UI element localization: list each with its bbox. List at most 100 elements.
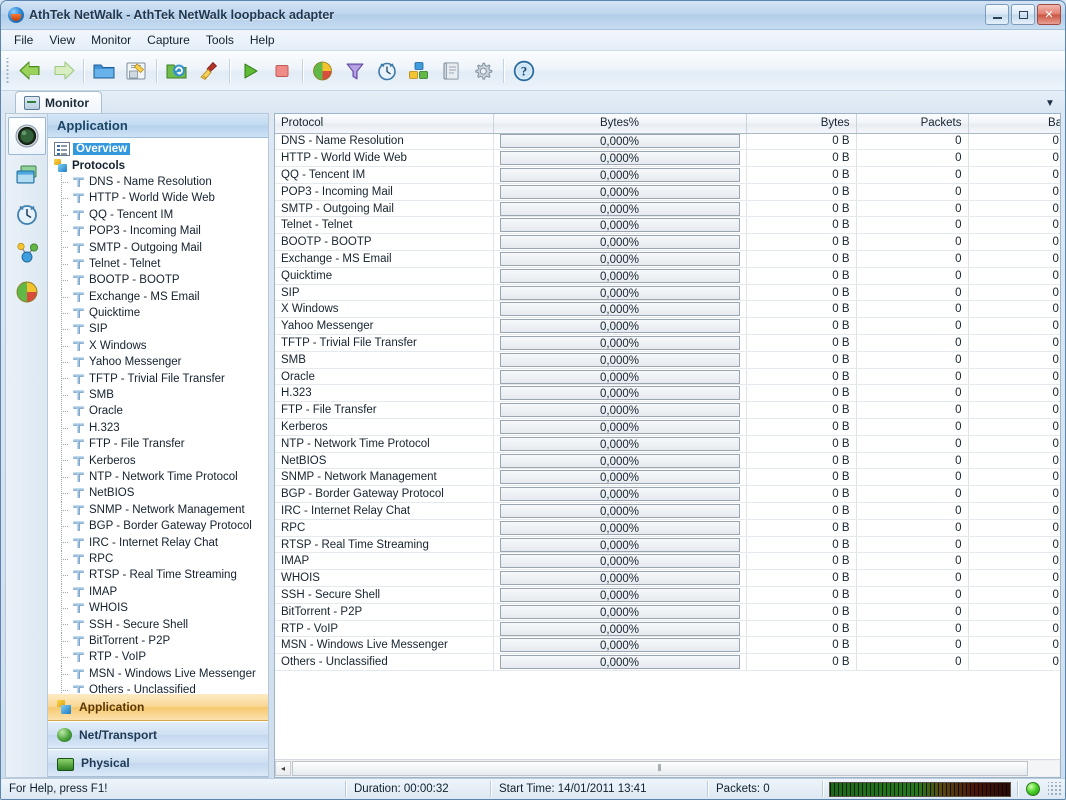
tree-item[interactable]: QQ - Tencent IM [52,207,268,223]
tree-item[interactable]: Quicktime [52,305,268,321]
table-row[interactable]: Exchange - MS Email0,000%0 B00,0 [275,251,1060,268]
protocol-tree[interactable]: OverviewProtocolsDNS - Name ResolutionHT… [48,138,268,693]
table-row[interactable]: SNMP - Network Management0,000%0 B00,0 [275,469,1060,486]
open-button[interactable] [88,55,120,87]
tree-item[interactable]: BitTorrent - P2P [52,633,268,649]
tree-item[interactable]: BGP - Border Gateway Protocol [52,518,268,534]
tree-item[interactable]: WHOIS [52,600,268,616]
tree-item[interactable]: X Windows [52,338,268,354]
tree-item[interactable]: Kerberos [52,452,268,468]
table-row[interactable]: WHOIS0,000%0 B00,0 [275,570,1060,587]
tree-item[interactable]: Telnet - Telnet [52,256,268,272]
rail-item-clock[interactable] [8,195,46,233]
table-row[interactable]: IMAP0,000%0 B00,0 [275,553,1060,570]
close-button[interactable]: ✕ [1037,4,1061,25]
table-row[interactable]: HTTP - World Wide Web0,000%0 B00,0 [275,150,1060,167]
scroll-track[interactable]: ⦀ [292,761,1059,776]
tree-item[interactable]: MSN - Windows Live Messenger [52,666,268,682]
table-row[interactable]: X Windows0,000%0 B00,0 [275,301,1060,318]
book-button[interactable] [435,55,467,87]
tab-monitor[interactable]: Monitor [15,91,102,113]
start-capture-button[interactable] [234,55,266,87]
horizontal-scrollbar[interactable]: ◂ ⦀ [275,759,1060,777]
accordion-physical[interactable]: Physical [48,749,268,777]
table-row[interactable]: SMTP - Outgoing Mail0,000%0 B00,0 [275,200,1060,217]
table-row[interactable]: BitTorrent - P2P0,000%0 B00,0 [275,603,1060,620]
table-row[interactable]: FTP - File Transfer0,000%0 B00,0 [275,402,1060,419]
tree-item[interactable]: SSH - Secure Shell [52,616,268,632]
tree-item[interactable]: IRC - Internet Relay Chat [52,534,268,550]
menu-view[interactable]: View [41,31,83,49]
table-row[interactable]: RTSP - Real Time Streaming0,000%0 B00,0 [275,536,1060,553]
rail-item-radar[interactable] [8,117,46,155]
tree-item[interactable]: Yahoo Messenger [52,354,268,370]
stop-capture-button[interactable] [266,55,298,87]
menu-tools[interactable]: Tools [198,31,242,49]
table-row[interactable]: SSH - Secure Shell0,000%0 B00,0 [275,587,1060,604]
tree-item[interactable]: TFTP - Trivial File Transfer [52,370,268,386]
menu-file[interactable]: File [6,31,41,49]
chart-button[interactable] [307,55,339,87]
table-row[interactable]: DNS - Name Resolution0,000%0 B00,0 [275,133,1060,150]
blocks-button[interactable] [403,55,435,87]
settings-button[interactable] [467,55,499,87]
tree-item[interactable]: NTP - Network Time Protocol [52,469,268,485]
tree-item[interactable]: RTSP - Real Time Streaming [52,567,268,583]
tree-item[interactable]: HTTP - World Wide Web [52,190,268,206]
tree-item[interactable]: Others - Unclassified [52,682,268,693]
tree-item[interactable]: SMTP - Outgoing Mail [52,239,268,255]
column-header-packets[interactable]: Packets [856,114,968,133]
table-row[interactable]: RTP - VoIP0,000%0 B00,0 [275,620,1060,637]
table-row[interactable]: Kerberos0,000%0 B00,0 [275,419,1060,436]
rail-item-windows[interactable] [8,156,46,194]
clear-button[interactable] [193,55,225,87]
forward-button[interactable] [47,55,79,87]
menu-capture[interactable]: Capture [139,31,198,49]
tree-item[interactable]: NetBIOS [52,485,268,501]
scroll-left-button[interactable]: ◂ [275,761,291,776]
table-row[interactable]: Yahoo Messenger0,000%0 B00,0 [275,318,1060,335]
save-report-button[interactable] [120,55,152,87]
tree-item[interactable]: FTP - File Transfer [52,436,268,452]
table-row[interactable]: TFTP - Trivial File Transfer0,000%0 B00,… [275,335,1060,352]
table-row[interactable]: NetBIOS0,000%0 B00,0 [275,452,1060,469]
filter-button[interactable] [339,55,371,87]
accordion-net-transport[interactable]: Net/Transport [48,721,268,749]
tree-item[interactable]: DNS - Name Resolution [52,174,268,190]
table-row[interactable]: BGP - Border Gateway Protocol0,000%0 B00… [275,486,1060,503]
table-row[interactable]: Telnet - Telnet0,000%0 B00,0 [275,217,1060,234]
menu-monitor[interactable]: Monitor [83,31,139,49]
tree-item[interactable]: Oracle [52,403,268,419]
maximize-button[interactable] [1011,4,1035,25]
tree-item[interactable]: IMAP [52,584,268,600]
tree-item[interactable]: SNMP - Network Management [52,502,268,518]
table-row[interactable]: RPC0,000%0 B00,0 [275,519,1060,536]
accordion-application[interactable]: Application [48,693,268,721]
table-row[interactable]: MSN - Windows Live Messenger0,000%0 B00,… [275,637,1060,654]
column-header-bytes-percent[interactable]: Bytes% [493,114,746,133]
table-row[interactable]: Oracle0,000%0 B00,0 [275,368,1060,385]
table-row[interactable]: SMB0,000%0 B00,0 [275,351,1060,368]
tree-item[interactable]: Protocols [52,157,268,173]
tree-item[interactable]: BOOTP - BOOTP [52,272,268,288]
tab-list-dropdown-button[interactable]: ▼ [1041,94,1059,112]
column-header-protocol[interactable]: Protocol [275,114,493,133]
table-row[interactable]: H.3230,000%0 B00,0 [275,385,1060,402]
table-row[interactable]: POP3 - Incoming Mail0,000%0 B00,0 [275,183,1060,200]
tree-item[interactable]: Exchange - MS Email [52,289,268,305]
tree-item[interactable]: SMB [52,387,268,403]
help-button[interactable]: ? [508,55,540,87]
rail-item-network[interactable] [8,234,46,272]
tree-item[interactable]: RTP - VoIP [52,649,268,665]
back-button[interactable] [15,55,47,87]
scroll-thumb[interactable]: ⦀ [292,761,1028,776]
refresh-export-button[interactable] [161,55,193,87]
table-row[interactable]: NTP - Network Time Protocol0,000%0 B00,0 [275,435,1060,452]
tree-item[interactable]: RPC [52,551,268,567]
rail-item-chart[interactable] [8,273,46,311]
column-header-bytes[interactable]: Bytes [746,114,856,133]
clock-button[interactable] [371,55,403,87]
menu-help[interactable]: Help [242,31,283,49]
table-row[interactable]: SIP0,000%0 B00,0 [275,284,1060,301]
table-row[interactable]: Quicktime0,000%0 B00,0 [275,267,1060,284]
